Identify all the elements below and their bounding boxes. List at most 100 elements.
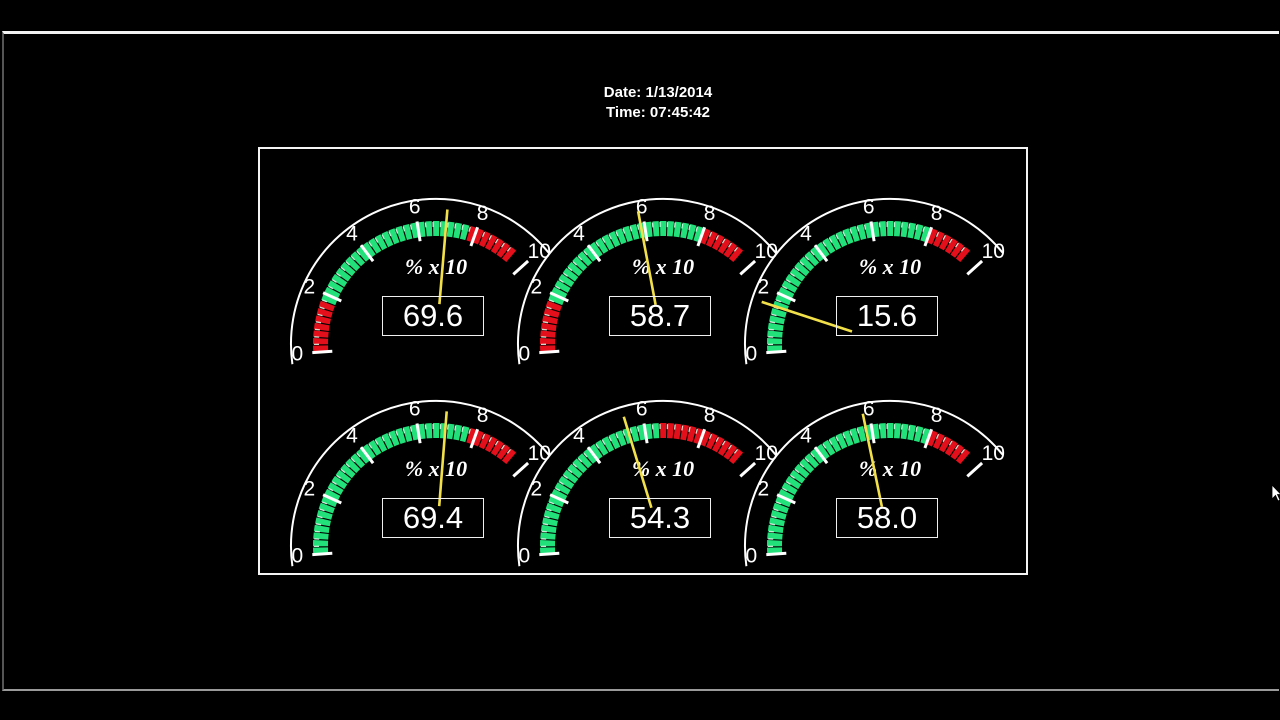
major-tick: [539, 551, 560, 557]
band-segment: [433, 422, 440, 438]
major-tick: [312, 349, 333, 355]
scale-label: 2: [304, 478, 316, 501]
minor-tick: [900, 424, 903, 430]
scale-label: 8: [931, 202, 943, 225]
unit-label: % x 10: [632, 254, 694, 279]
scale-label: 0: [745, 545, 757, 568]
band-segment: [660, 220, 667, 236]
gauge-1-readout: 69.6: [382, 296, 484, 336]
band-segment: [887, 422, 894, 438]
major-tick: [966, 259, 984, 276]
gauge-3-readout: 15.6: [836, 296, 938, 336]
minor-tick: [900, 222, 903, 228]
major-tick: [539, 349, 560, 355]
minor-tick: [681, 223, 684, 229]
gauge-panel: 0 2 4 6 8 10 % x 10 69.6 0 2 4 6 8 10 % x 10 58.7 0 2…: [258, 147, 1028, 575]
minor-tick: [446, 424, 449, 430]
band-segment: [766, 338, 783, 345]
band-segment: [425, 221, 433, 237]
scale-label: 6: [863, 196, 875, 219]
scale-label: 2: [758, 276, 770, 299]
minor-tick: [424, 424, 427, 430]
band-segment: [652, 423, 660, 439]
gauge-6: 0 2 4 6 8 10% x 10 58.0: [743, 376, 1005, 568]
minor-tick: [542, 321, 549, 324]
band-segment: [433, 220, 440, 236]
band-segment: [312, 338, 329, 345]
minor-tick: [454, 425, 457, 431]
scale-label: 0: [518, 545, 530, 568]
band-segment: [539, 540, 556, 547]
band-segment: [887, 220, 894, 236]
scale-label: 2: [758, 478, 770, 501]
band-segment: [312, 540, 329, 547]
scale-label: 6: [409, 398, 421, 421]
date-label: Date: 1/13/2014: [603, 84, 713, 101]
minor-tick: [908, 223, 911, 229]
gauge-2-readout: 58.7: [609, 296, 711, 336]
major-tick: [766, 349, 787, 355]
minor-tick: [651, 222, 654, 228]
unit-label: % x 10: [859, 456, 921, 481]
scale-label: 8: [704, 202, 716, 225]
time-label: Time: 07:45:42: [606, 104, 710, 121]
minor-tick: [769, 523, 776, 526]
mouse-cursor-icon: [1271, 484, 1280, 502]
band-segment: [660, 422, 667, 438]
minor-tick: [673, 424, 676, 430]
scale-label: 0: [518, 343, 530, 366]
gauge-4-readout: 69.4: [382, 498, 484, 538]
band-segment: [425, 423, 433, 439]
minor-tick: [541, 530, 547, 533]
minor-tick: [651, 424, 654, 430]
band-segment: [879, 221, 887, 237]
minor-tick: [315, 523, 322, 526]
scale-label: 8: [477, 404, 489, 427]
gauge-4: 0 2 4 6 8 10% x 10 69.4: [289, 376, 551, 568]
minor-tick: [769, 321, 776, 324]
major-tick: [966, 461, 984, 478]
gauge-5: 0 2 4 6 8 10% x 10 54.3: [516, 376, 778, 568]
scale-label: 2: [531, 276, 543, 299]
minor-tick: [673, 222, 676, 228]
minor-tick: [424, 222, 427, 228]
minor-tick: [541, 328, 547, 331]
minor-tick: [878, 222, 881, 228]
scale-label: 6: [409, 196, 421, 219]
minor-tick: [315, 321, 322, 324]
gauge-6-readout: 58.0: [836, 498, 938, 538]
screen: Date: 1/13/2014 Time: 07:45:42 0 2 4 6 8 10 % …: [0, 0, 1280, 720]
minor-tick: [878, 424, 881, 430]
gauge-1: 0 2 4 6 8 10% x 10 69.6: [289, 174, 551, 366]
scale-label: 10: [982, 442, 1005, 465]
minor-tick: [681, 425, 684, 431]
unit-label: % x 10: [405, 456, 467, 481]
minor-tick: [768, 328, 774, 331]
scale-label: 4: [346, 424, 358, 447]
minor-tick: [768, 530, 774, 533]
band-segment: [652, 221, 660, 237]
date-time-header: Date: 1/13/2014 Time: 07:45:42: [558, 83, 758, 123]
scale-label: 8: [931, 404, 943, 427]
minor-tick: [454, 223, 457, 229]
major-tick: [312, 551, 333, 557]
gauge-5-readout: 54.3: [609, 498, 711, 538]
scale-label: 0: [745, 343, 757, 366]
minor-tick: [314, 530, 320, 533]
scale-label: 4: [573, 222, 585, 245]
scale-label: 4: [800, 222, 812, 245]
gauge-2: 0 2 4 6 8 10% x 10 58.7: [516, 174, 778, 366]
scale-label: 2: [531, 478, 543, 501]
minor-tick: [446, 222, 449, 228]
gauge-3: 0 2 4 6 8 10 % x 10 15.6: [743, 174, 1005, 366]
band-segment: [766, 540, 783, 547]
scale-label: 4: [573, 424, 585, 447]
scale-label: 4: [800, 424, 812, 447]
minor-tick: [908, 425, 911, 431]
scale-label: 4: [346, 222, 358, 245]
scale-label: 10: [982, 240, 1005, 263]
band-segment: [879, 423, 887, 439]
band-segment: [539, 338, 556, 345]
scale-label: 0: [291, 343, 303, 366]
scale-label: 2: [304, 276, 316, 299]
